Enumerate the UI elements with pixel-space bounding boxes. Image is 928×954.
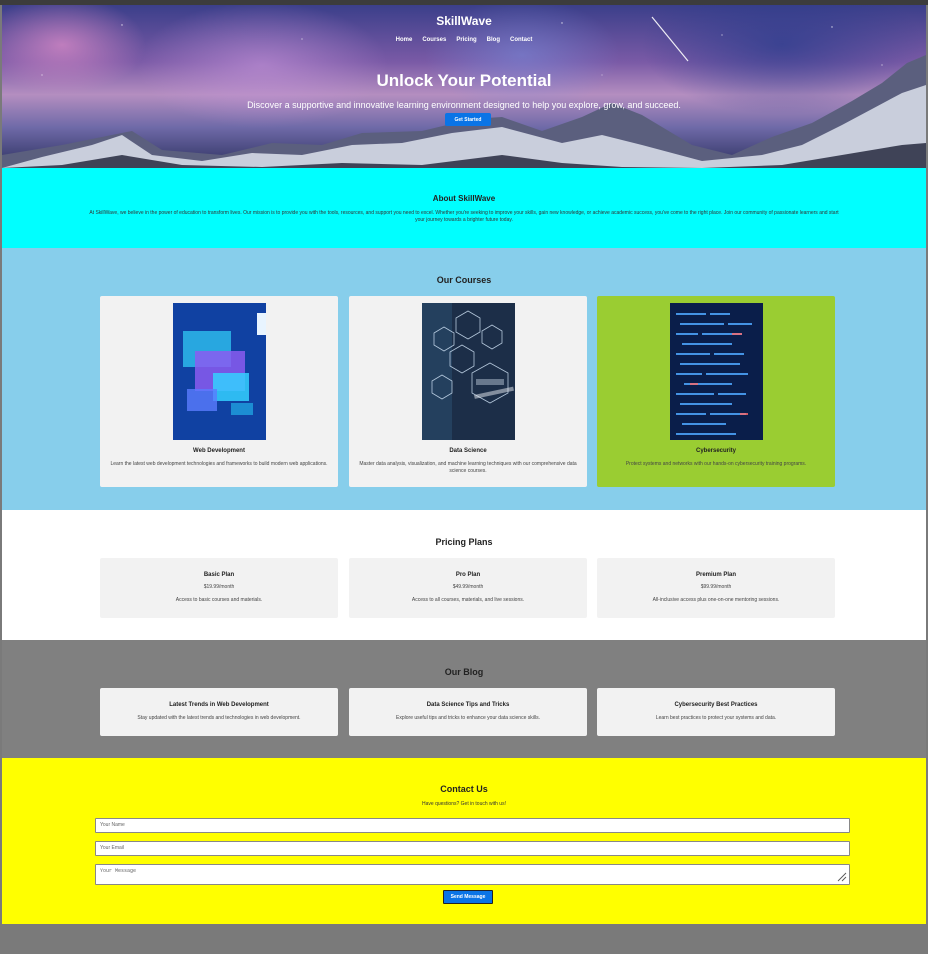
plan-name: Pro Plan [455,572,481,578]
post-title: Latest Trends in Web Development [169,702,269,708]
course-card-cybersecurity[interactable]: Cybersecurity Protect systems and networ… [597,296,835,487]
nav-home[interactable]: Home [396,37,413,43]
pricing-title: Pricing Plans [435,537,493,547]
about-text: At SkillWave, we believe in the power of… [89,210,839,223]
plan-description: All-inclusive access plus one-on-one men… [652,597,780,603]
plan-price: $19.99/month [203,584,235,590]
courses-title: Our Courses [436,275,492,285]
blog-title: Our Blog [444,667,484,677]
web-development-image [173,303,266,440]
blog-card-data-science[interactable]: Data Science Tips and Tricks Explore use… [349,688,587,736]
plan-price: $49.99/month [452,584,484,590]
site-logo[interactable]: SkillWave [2,14,926,28]
blog-section: Our Blog Latest Trends in Web Developmen… [2,640,926,758]
send-message-button[interactable]: Send Message [443,890,493,904]
nav-contact[interactable]: Contact [510,37,532,43]
post-description: Explore useful tips and tricks to enhanc… [396,715,540,721]
plan-price: $99.99/month [700,584,732,590]
plan-description: Access to all courses, materials, and li… [411,597,525,603]
nav-pricing[interactable]: Pricing [456,37,476,43]
nav-courses[interactable]: Courses [422,37,446,43]
blog-card-cybersecurity[interactable]: Cybersecurity Best Practices Learn best … [597,688,835,736]
course-card-data-science[interactable]: Data Science Master data analysis, visua… [349,296,587,487]
course-description: Learn the latest web development technol… [110,461,328,467]
contact-title: Contact Us [440,784,488,794]
pricing-card-basic[interactable]: Basic Plan $19.99/month Access to basic … [100,558,338,618]
resize-grip-icon[interactable] [837,872,847,882]
contact-lead-text: Have questions? Get in touch with us! [422,801,506,807]
course-card-web-development[interactable]: Web Development Learn the latest web dev… [100,296,338,487]
post-description: Stay updated with the latest trends and … [137,715,301,721]
page: SkillWave Home Courses Pricing Blog Contact … [2,5,926,924]
name-field[interactable]: Your Name [95,818,850,833]
nav-blog[interactable]: Blog [487,37,500,43]
pricing-section: Pricing Plans Basic Plan $19.99/month Ac… [2,510,926,640]
pricing-card-premium[interactable]: Premium Plan $99.99/month All-inclusive … [597,558,835,618]
data-science-image [422,303,515,440]
about-section: About SkillWave At SkillWave, we believe… [2,168,926,248]
course-name: Cybersecurity [695,448,737,454]
email-placeholder: Your Email [100,845,124,851]
about-title: About SkillWave [432,194,496,203]
courses-section: Our Courses Web Development Learn the la… [2,248,926,510]
hero-subtitle: Discover a supportive and innovative lea… [247,100,681,110]
email-field[interactable]: Your Email [95,841,850,856]
cybersecurity-image [670,303,763,440]
post-title: Data Science Tips and Tricks [426,702,510,708]
blog-card-web-development[interactable]: Latest Trends in Web Development Stay up… [100,688,338,736]
plan-name: Basic Plan [203,572,235,578]
hero-title: Unlock Your Potential [376,71,552,90]
message-placeholder: Your Message [100,868,137,874]
post-description: Learn best practices to protect your sys… [655,715,777,721]
hero-section: SkillWave Home Courses Pricing Blog Contact … [2,5,926,168]
plan-name: Premium Plan [695,572,736,578]
name-placeholder: Your Name [100,822,125,828]
course-name: Web Development [193,448,245,454]
course-name: Data Science [449,448,487,454]
plan-description: Access to basic courses and materials. [175,597,263,603]
get-started-button[interactable]: Get Started [445,113,491,126]
main-nav: Home Courses Pricing Blog Contact [2,28,926,46]
pricing-card-pro[interactable]: Pro Plan $49.99/month Access to all cour… [349,558,587,618]
course-description: Protect systems and networks with our ha… [625,461,807,467]
message-field[interactable]: Your Message [95,864,850,885]
course-description: Master data analysis, visualization, and… [359,461,577,474]
contact-section: Contact Us Have questions? Get in touch … [2,758,926,924]
post-title: Cybersecurity Best Practices [674,702,758,708]
